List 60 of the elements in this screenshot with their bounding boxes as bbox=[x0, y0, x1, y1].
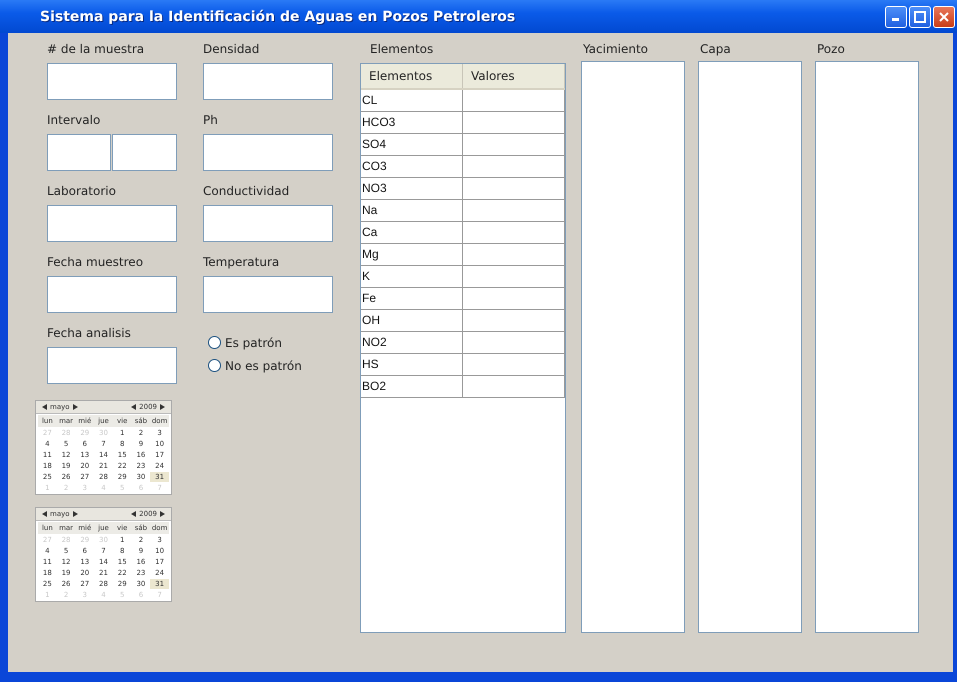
field-label: # de la muestra bbox=[47, 41, 146, 57]
field-label: Fecha analisis bbox=[47, 325, 132, 341]
close-icon bbox=[938, 10, 950, 22]
column-header[interactable]: Valores bbox=[463, 64, 565, 88]
input-field[interactable] bbox=[112, 134, 177, 171]
table-cell: Mg bbox=[361, 244, 463, 265]
table-cell: CL bbox=[361, 90, 463, 111]
field-label: Laboratorio bbox=[47, 183, 117, 199]
left-arrow-icon[interactable] bbox=[42, 404, 47, 410]
list-label: Yacimiento bbox=[583, 41, 650, 57]
input-field[interactable] bbox=[47, 205, 177, 242]
maximize-button[interactable] bbox=[909, 6, 931, 28]
table-cell: OH bbox=[361, 310, 463, 331]
radio-option[interactable]: No es patrón bbox=[208, 354, 360, 377]
field-label: Temperatura bbox=[203, 254, 280, 270]
column-header[interactable]: Elementos bbox=[361, 64, 463, 88]
table-cell: NO2 bbox=[361, 332, 463, 353]
input-field[interactable] bbox=[203, 205, 333, 242]
table-cell: Fe bbox=[361, 288, 463, 309]
field-label: Conductividad bbox=[203, 183, 290, 199]
left-arrow-icon[interactable] bbox=[131, 404, 136, 410]
right-arrow-icon[interactable] bbox=[72, 511, 78, 517]
list-box[interactable] bbox=[815, 61, 919, 633]
minimize-button[interactable] bbox=[885, 6, 907, 28]
table-cell: SO4 bbox=[361, 134, 463, 155]
table-cell: Na bbox=[361, 200, 463, 221]
maximize-icon bbox=[914, 10, 926, 22]
radio-icon[interactable] bbox=[208, 336, 221, 349]
table-cell: HCO3 bbox=[361, 112, 463, 133]
list-label: Capa bbox=[700, 41, 732, 57]
radio-icon[interactable] bbox=[208, 359, 221, 372]
right-arrow-icon[interactable] bbox=[72, 404, 78, 410]
table-cell: NO3 bbox=[361, 178, 463, 199]
right-arrow-icon[interactable] bbox=[160, 404, 165, 410]
table-cell: Ca bbox=[361, 222, 463, 243]
table-cell: K bbox=[361, 266, 463, 287]
list-box[interactable] bbox=[581, 61, 685, 633]
input-field[interactable] bbox=[203, 276, 333, 313]
input-field[interactable] bbox=[203, 134, 333, 171]
field-label: Intervalo bbox=[47, 112, 102, 128]
input-field[interactable] bbox=[203, 63, 333, 100]
table-cell: BO2 bbox=[361, 376, 463, 397]
list-box[interactable] bbox=[698, 61, 802, 633]
input-field[interactable] bbox=[47, 134, 111, 171]
input-field[interactable] bbox=[47, 63, 177, 100]
radio-option[interactable]: Es patrón bbox=[208, 331, 360, 354]
table-label: Elementos bbox=[370, 41, 434, 57]
left-arrow-icon[interactable] bbox=[131, 511, 136, 517]
right-arrow-icon[interactable] bbox=[160, 511, 165, 517]
list-label: Pozo bbox=[817, 41, 846, 57]
input-field[interactable] bbox=[47, 347, 177, 384]
close-button[interactable] bbox=[933, 6, 955, 28]
table-cell: HS bbox=[361, 354, 463, 375]
table-cell: CO3 bbox=[361, 156, 463, 177]
window-title: Sistema para la Identificación de Aguas en Pozos Petroleros bbox=[40, 8, 516, 24]
input-field[interactable] bbox=[47, 276, 177, 313]
field-label: Fecha muestreo bbox=[47, 254, 144, 270]
field-label: Densidad bbox=[203, 41, 260, 57]
field-label: Ph bbox=[203, 112, 219, 128]
left-arrow-icon[interactable] bbox=[42, 511, 47, 517]
